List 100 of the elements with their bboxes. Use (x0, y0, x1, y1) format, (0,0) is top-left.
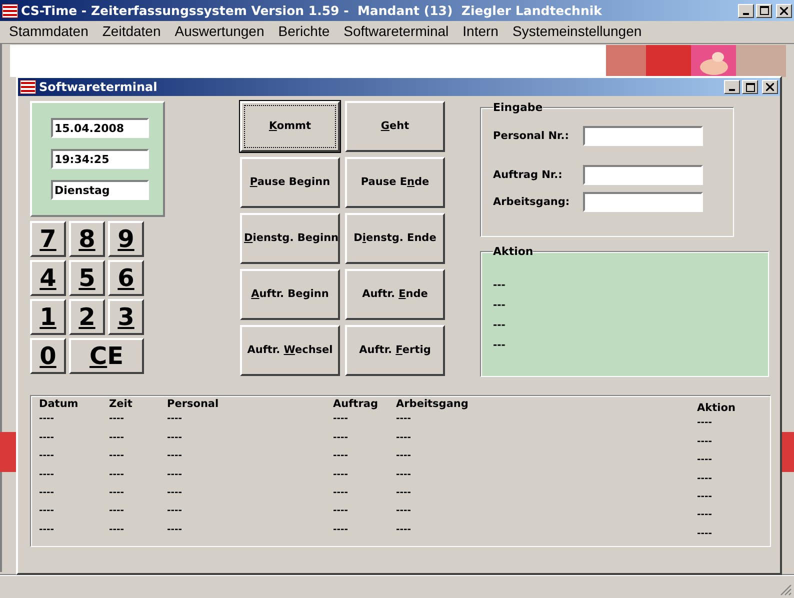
table-cell-text: ---- (396, 506, 412, 518)
close-button[interactable] (762, 80, 778, 94)
action-text: --- (493, 340, 506, 353)
minimize-button[interactable] (738, 4, 754, 18)
input-field[interactable] (583, 192, 703, 212)
column-header: Zeit (109, 398, 134, 410)
maximize-button[interactable] (742, 80, 758, 94)
column-header: Auftrag (333, 398, 379, 410)
menu-item[interactable]: Zeitdaten (95, 23, 168, 39)
maximize-icon (760, 6, 768, 15)
action-button[interactable]: Auftr. Ende (345, 269, 445, 320)
field-label: Personal Nr.: (493, 130, 570, 142)
group-title: Eingabe (493, 101, 543, 114)
table-cell-text: ---- (109, 488, 125, 500)
table-cell-text: ---- (333, 506, 349, 518)
table-cell-text: ---- (697, 436, 713, 449)
column-header: Arbeitsgang (396, 398, 470, 410)
keypad-button[interactable]: 4 (30, 260, 66, 296)
table-cell-text: ---- (109, 524, 125, 537)
keypad-button[interactable]: 9 (108, 221, 144, 257)
table-cell-text: ---- (39, 451, 55, 464)
minimize-icon (729, 89, 735, 91)
table-cell-text: ---- (167, 506, 183, 518)
table-cell-text: ---- (333, 414, 349, 426)
field-label: Auftrag Nr.: (493, 168, 564, 180)
table-cell-text: ---- (39, 506, 55, 518)
maximize-button[interactable] (756, 4, 772, 18)
close-button[interactable] (776, 4, 792, 18)
app-logo-icon (2, 4, 18, 18)
keypad-button[interactable]: 0 (30, 338, 66, 374)
table-cell-text: ---- (333, 451, 349, 464)
action-text: --- (493, 280, 506, 293)
minimize-button[interactable] (724, 80, 740, 94)
table-cell-text: ---- (39, 414, 55, 426)
keypad-button[interactable]: 1 (30, 299, 66, 335)
table-cell-text: ---- (333, 488, 349, 500)
table-cell-text: ---- (697, 474, 713, 486)
window-title: CS-Time - Zeiterfassungssystem Version 1.59 - Mandant (13) Ziegler Landtechnik (21, 3, 603, 18)
table-cell-text: ---- (39, 488, 55, 500)
table-cell-text: ---- (167, 432, 183, 445)
keypad-button[interactable]: 7 (30, 221, 66, 257)
column-header: Aktion (697, 402, 736, 414)
weekday-field[interactable]: Dienstag (50, 180, 148, 200)
date-field[interactable]: 15.04.2008 (50, 118, 148, 138)
table-cell-text: ---- (396, 488, 412, 500)
resize-grip-icon (780, 584, 792, 596)
menu-item[interactable]: Systemeinstellungen (505, 23, 649, 39)
action-button[interactable]: Auftr. Beginn (240, 269, 340, 320)
menu-item[interactable]: Stammdaten (2, 23, 96, 39)
table-cell-text: ---- (167, 470, 183, 482)
input-field[interactable] (583, 126, 703, 146)
close-icon (780, 6, 788, 14)
menu-item[interactable]: Berichte (271, 23, 337, 39)
table-cell-text: ---- (167, 451, 183, 464)
table-cell-text: ---- (109, 414, 125, 426)
table-cell-text: ---- (697, 528, 713, 541)
maximize-icon (746, 82, 754, 92)
table-cell-text: ---- (333, 524, 349, 537)
app-logo-icon (20, 80, 36, 94)
action-button[interactable]: Auftr. Fertig (345, 325, 445, 376)
action-button[interactable]: Pause Ende (345, 157, 445, 208)
table-cell-text: ---- (396, 432, 412, 445)
table-cell-text: ---- (697, 510, 713, 522)
table-cell-text: ---- (167, 524, 183, 537)
table-cell-text: ---- (109, 470, 125, 482)
time-field[interactable]: 19:34:25 (50, 149, 148, 169)
action-button[interactable]: Kommt (240, 101, 340, 152)
keypad-button[interactable]: 2 (69, 299, 105, 335)
table-cell-text: ---- (39, 470, 55, 482)
keypad-button[interactable]: CE (69, 338, 144, 374)
field-label: Arbeitsgang: (493, 196, 571, 208)
table-cell-text: ---- (39, 432, 55, 445)
column-header: Datum (39, 398, 80, 410)
action-button[interactable]: Auftr. Wechsel (240, 325, 340, 376)
menu-item[interactable]: Intern (456, 23, 506, 39)
keypad-button[interactable]: 3 (108, 299, 144, 335)
keypad-button[interactable]: 8 (69, 221, 105, 257)
table-cell-text: ---- (697, 418, 713, 430)
table-cell-text: ---- (396, 451, 412, 464)
table-cell-text: ---- (39, 524, 55, 537)
table-cell-text: ---- (167, 488, 183, 500)
menu-item[interactable]: Softwareterminal (336, 23, 456, 39)
action-button[interactable]: Dienstg. Beginn (240, 213, 340, 264)
table-cell-text: ---- (396, 524, 412, 537)
input-field[interactable] (583, 164, 703, 184)
action-button[interactable]: Pause Beginn (240, 157, 340, 208)
table-cell-text: ---- (109, 432, 125, 445)
table-cell-text: ---- (697, 492, 713, 504)
action-button[interactable]: Dienstg. Ende (345, 213, 445, 264)
keypad-button[interactable]: 5 (69, 260, 105, 296)
action-text: --- (493, 320, 506, 333)
action-text: --- (493, 300, 506, 313)
menu-item[interactable]: Auswertungen (168, 23, 272, 39)
table-cell-text: ---- (396, 470, 412, 482)
close-icon (766, 83, 774, 91)
table-cell-text: ---- (697, 455, 713, 468)
action-button[interactable]: Geht (345, 101, 445, 152)
table-cell-text: ---- (396, 414, 412, 426)
table-cell-text: ---- (109, 506, 125, 518)
keypad-button[interactable]: 6 (108, 260, 144, 296)
